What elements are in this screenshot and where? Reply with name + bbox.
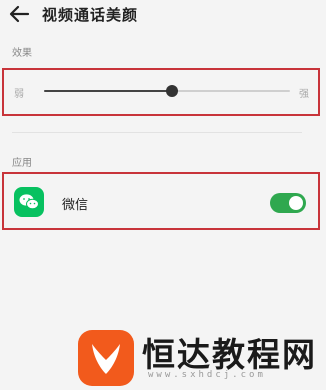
section-label-effect: 效果: [12, 48, 32, 59]
watermark: 恒达教程网 www.sxhdcj.com: [70, 322, 326, 388]
effect-slider-row: 弱 强: [2, 68, 320, 116]
section-label-apps: 应用: [12, 158, 32, 169]
wechat-toggle[interactable]: [270, 193, 306, 213]
watermark-logo-icon: [78, 330, 134, 386]
header-bar: 视频通话美颜: [0, 0, 326, 30]
watermark-url: www.sxhdcj.com: [148, 370, 266, 380]
slider-thumb[interactable]: [165, 85, 178, 97]
app-row-wechat: 微信: [2, 172, 320, 230]
slider-max-label: 强: [299, 89, 309, 100]
watermark-brand: 恒达教程网: [142, 335, 317, 374]
slider-track-fill: [44, 90, 172, 92]
section-divider: [12, 132, 302, 133]
app-name: 微信: [62, 198, 89, 213]
wechat-icon: [14, 187, 44, 217]
toggle-knob: [289, 196, 303, 210]
back-arrow-icon[interactable]: [8, 4, 30, 24]
page-title: 视频通话美颜: [42, 6, 139, 24]
slider-min-label: 弱: [14, 89, 24, 100]
